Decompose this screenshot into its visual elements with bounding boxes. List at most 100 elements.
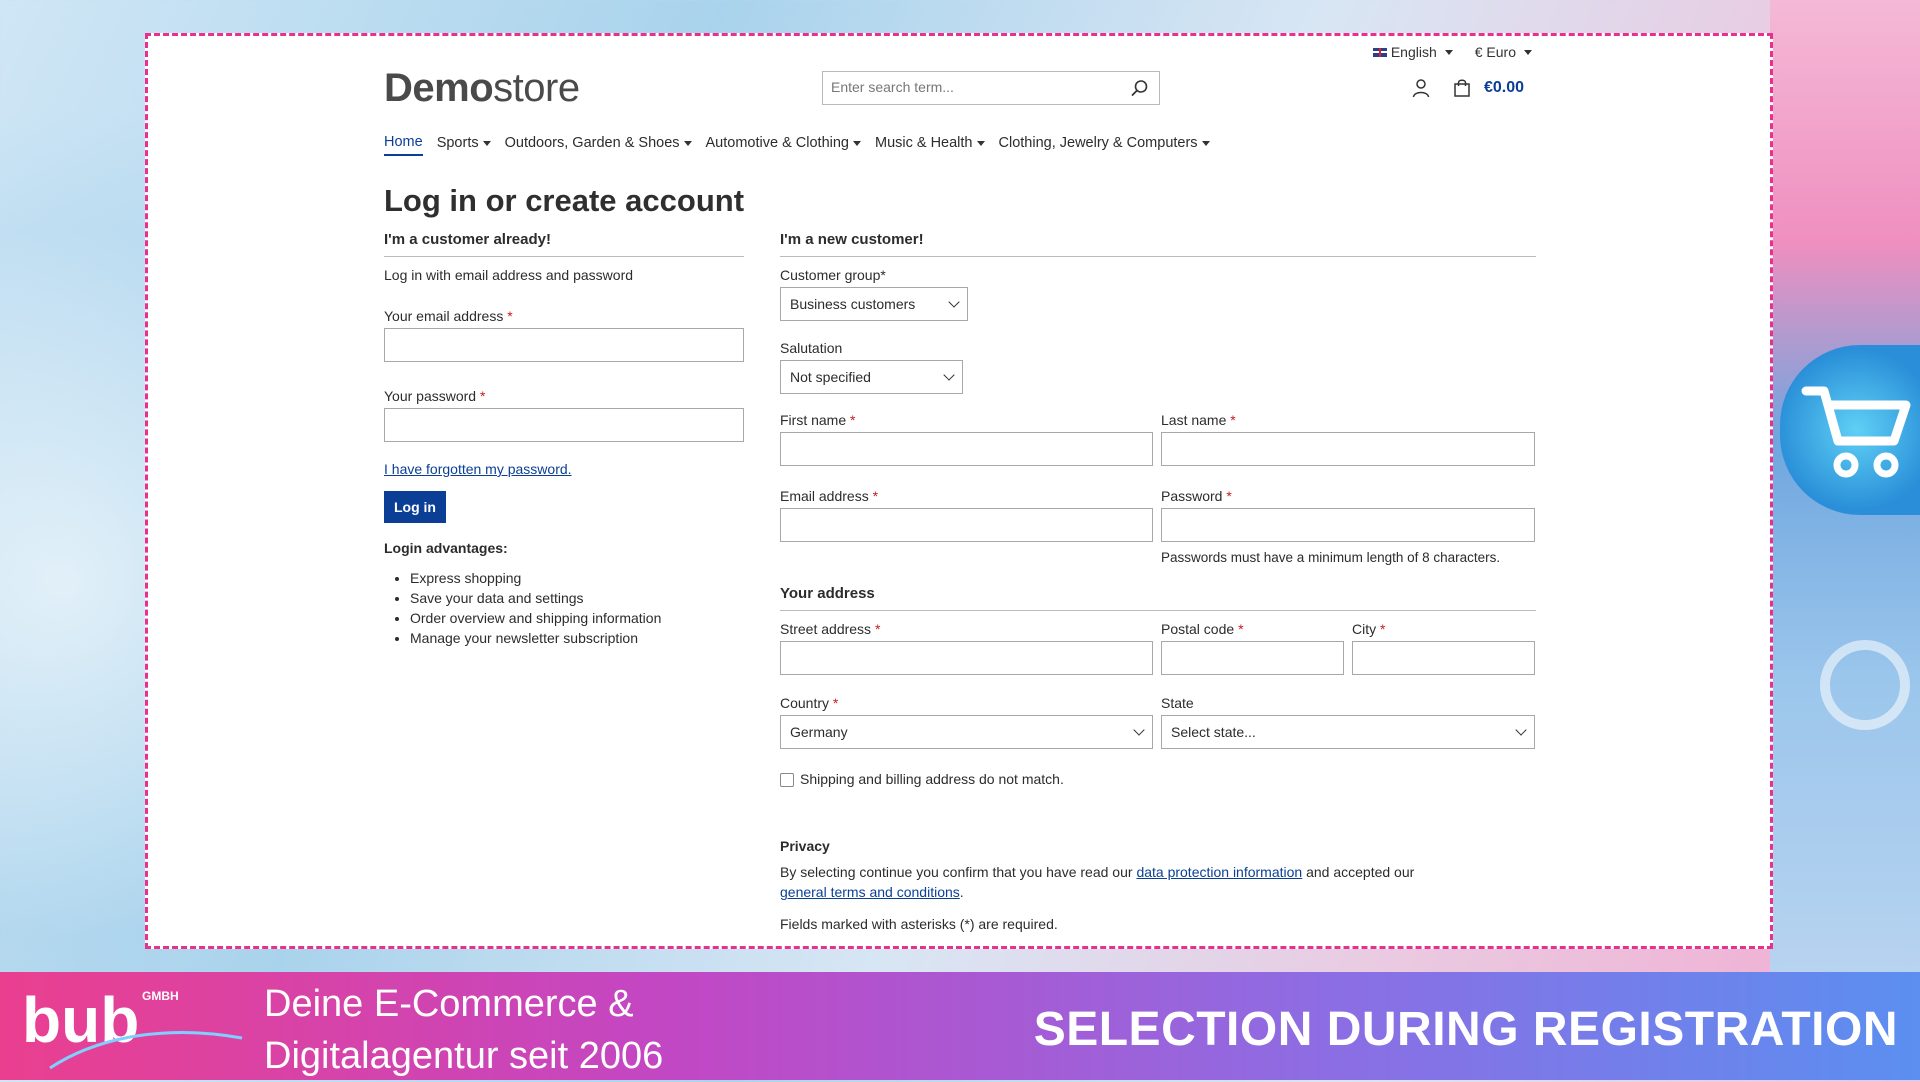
- nav-item-home[interactable]: Home: [384, 134, 423, 156]
- agency-banner: bub GMBH Deine E-Commerce & Digitalagent…: [0, 972, 1920, 1080]
- required-fields-note: Fields marked with asterisks (*) are req…: [780, 916, 1058, 933]
- login-password-input[interactable]: [384, 408, 744, 442]
- banner-title: SELECTION DURING REGISTRATION: [1033, 1003, 1898, 1056]
- city-label: City *: [1352, 621, 1385, 637]
- required-mark: *: [1226, 488, 1232, 504]
- privacy-heading: Privacy: [780, 838, 830, 855]
- terms-conditions-link[interactable]: general terms and conditions: [780, 884, 960, 900]
- shipping-address-checkbox[interactable]: [780, 773, 794, 788]
- forgot-password-link[interactable]: I have forgotten my password.: [384, 461, 572, 477]
- nav-label: Sports: [436, 135, 479, 151]
- currency-switcher[interactable]: € Euro: [1475, 44, 1532, 60]
- nav-item-outdoors-garden-shoes[interactable]: Outdoors, Garden & Shoes: [505, 134, 692, 156]
- logo-light-text: store: [493, 66, 580, 110]
- postal-code-label-text: Postal code: [1161, 621, 1235, 637]
- search-icon[interactable]: [1131, 79, 1149, 97]
- last-name-label: Last name *: [1161, 412, 1236, 428]
- address-heading: Your address: [780, 585, 1536, 611]
- nav-label: Automotive & Clothing: [705, 135, 849, 151]
- currency-label: € Euro: [1474, 44, 1516, 60]
- required-mark: *: [872, 488, 879, 504]
- nav-item-music-health[interactable]: Music & Health: [875, 134, 985, 156]
- tagline-line-1: Deine E-Commerce &: [264, 983, 634, 1025]
- nav-item-automotive-clothing[interactable]: Automotive & Clothing: [706, 134, 861, 156]
- street-input[interactable]: [780, 641, 1153, 675]
- first-name-label: First name *: [780, 412, 855, 428]
- language-currency-bar: English € Euro: [1372, 44, 1532, 60]
- chevron-down-icon: [1201, 140, 1210, 146]
- chevron-down-icon: [852, 140, 861, 146]
- required-mark: *: [479, 388, 486, 404]
- password-label: Your password *: [384, 388, 744, 404]
- required-mark: *: [850, 412, 856, 428]
- store-logo[interactable]: Demostore: [384, 66, 580, 111]
- shopping-cart-decoration: [1780, 345, 1920, 515]
- privacy-text-part: and accepted our: [1302, 864, 1415, 881]
- language-switcher[interactable]: English: [1372, 44, 1453, 60]
- required-mark: *: [507, 308, 513, 324]
- login-advantages-list: Express shopping Save your data and sett…: [384, 568, 744, 648]
- salutation-value: Not specified: [790, 369, 871, 385]
- salutation-select[interactable]: Not specified: [780, 360, 963, 394]
- cart-button[interactable]: €0.00: [1452, 78, 1524, 98]
- language-label: English: [1390, 44, 1437, 60]
- required-mark: *: [874, 621, 881, 637]
- email-address-label: Email address *: [780, 488, 878, 504]
- shipping-checkbox-label: Shipping and billing address do not matc…: [800, 771, 1064, 787]
- tagline-line-2: Digitalagentur seit 2006: [264, 1035, 664, 1077]
- customer-group-label: Customer group*: [780, 267, 886, 283]
- customer-group-value: Business customers: [790, 296, 916, 312]
- shopping-cart-icon: [1801, 386, 1911, 478]
- register-password-input[interactable]: [1161, 508, 1535, 542]
- first-name-label-text: First name: [780, 412, 847, 428]
- last-name-label-text: Last name: [1161, 412, 1227, 428]
- street-label: Street address *: [780, 621, 880, 637]
- nav-label: Outdoors, Garden & Shoes: [504, 135, 680, 151]
- storefront-frame: English € Euro Demostore €0.00 Home Spor…: [145, 33, 1773, 949]
- search-input[interactable]: [823, 72, 1129, 102]
- required-mark: *: [1380, 621, 1386, 637]
- login-section: I'm a customer already! Log in with emai…: [384, 231, 744, 648]
- country-value: Germany: [790, 724, 848, 740]
- privacy-text-part: By selecting continue you confirm that y…: [780, 864, 1137, 881]
- login-button[interactable]: Log in: [384, 491, 446, 523]
- decoration-ring: [1820, 640, 1910, 730]
- chevron-down-icon: [1524, 49, 1532, 55]
- page-title: Log in or create account: [384, 183, 745, 218]
- country-label: Country *: [780, 695, 838, 711]
- customer-group-select[interactable]: Business customers: [780, 287, 968, 321]
- first-name-input[interactable]: [780, 432, 1153, 466]
- register-email-input[interactable]: [780, 508, 1153, 542]
- login-heading: I'm a customer already!: [384, 231, 744, 257]
- state-value: Select state...: [1171, 724, 1256, 740]
- login-email-input[interactable]: [384, 328, 744, 362]
- postal-code-label: Postal code *: [1161, 621, 1244, 637]
- chevron-down-icon: [1515, 724, 1527, 736]
- password-label-text: Your password: [384, 388, 477, 404]
- chevron-down-icon: [683, 140, 692, 146]
- city-input[interactable]: [1352, 641, 1535, 675]
- shipping-address-checkbox-row[interactable]: Shipping and billing address do not matc…: [780, 771, 1536, 788]
- bub-logo-sub: GMBH: [142, 989, 179, 1003]
- list-item: Save your data and settings: [410, 588, 744, 608]
- login-subtext: Log in with email address and password: [384, 267, 634, 283]
- login-advantages-heading: Login advantages:: [384, 540, 508, 556]
- country-select[interactable]: Germany: [780, 715, 1153, 749]
- city-label-text: City: [1352, 621, 1377, 637]
- nav-label: Clothing, Jewelry & Computers: [998, 135, 1198, 151]
- postal-code-input[interactable]: [1161, 641, 1344, 675]
- nav-item-sports[interactable]: Sports: [437, 134, 491, 156]
- nav-item-clothing-jewelry-computers[interactable]: Clothing, Jewelry & Computers: [999, 134, 1210, 156]
- country-label-text: Country: [780, 695, 830, 711]
- data-protection-link[interactable]: data protection information: [1136, 864, 1302, 880]
- account-icon[interactable]: [1411, 78, 1431, 98]
- chevron-down-icon: [1133, 724, 1145, 736]
- register-password-label-text: Password: [1161, 488, 1223, 504]
- main-navigation: Home Sports Outdoors, Garden & Shoes Aut…: [384, 134, 1210, 156]
- shopping-bag-icon: [1454, 79, 1470, 97]
- email-label: Your email address *: [384, 308, 744, 324]
- state-select[interactable]: Select state...: [1161, 715, 1535, 749]
- nav-label: Home: [384, 134, 423, 150]
- email-address-label-text: Email address: [780, 488, 869, 504]
- last-name-input[interactable]: [1161, 432, 1535, 466]
